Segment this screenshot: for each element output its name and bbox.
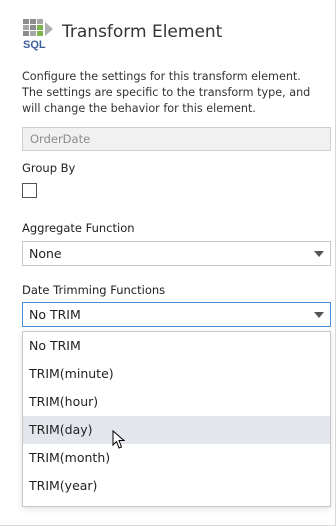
date-trimming-select[interactable]: No TRIM — [22, 302, 331, 327]
page-title: Transform Element — [62, 22, 223, 42]
dropdown-option-trim-minute[interactable]: TRIM(minute) — [23, 360, 330, 388]
logo-text: SQL — [23, 39, 46, 51]
dropdown-option-no-trim[interactable]: No TRIM — [23, 332, 330, 360]
dropdown-option-trim-year[interactable]: TRIM(year) — [23, 472, 330, 500]
field-name-input: OrderDate — [22, 127, 331, 151]
chevron-down-icon — [314, 312, 324, 318]
date-trimming-value: No TRIM — [29, 307, 81, 322]
dropdown-option-trim-day[interactable]: TRIM(day) — [23, 416, 330, 444]
aggregate-function-label: Aggregate Function — [22, 221, 135, 235]
date-trimming-label: Date Trimming Functions — [22, 283, 166, 297]
mouse-pointer-icon — [112, 430, 126, 449]
dropdown-option-trim-month[interactable]: TRIM(month) — [23, 444, 330, 472]
transform-element-panel: SQL Transform Element Configure the sett… — [0, 0, 336, 526]
dropdown-option-trim-hour[interactable]: TRIM(hour) — [23, 388, 330, 416]
sql-transform-icon: SQL — [23, 19, 53, 51]
chevron-down-icon — [314, 251, 324, 257]
group-by-label: Group By — [22, 161, 76, 175]
aggregate-function-select[interactable]: None — [22, 241, 331, 266]
date-trimming-dropdown-list: No TRIM TRIM(minute) TRIM(hour) TRIM(day… — [22, 331, 331, 507]
description-text: Configure the settings for this transfor… — [22, 70, 311, 115]
group-by-checkbox[interactable] — [22, 183, 37, 198]
aggregate-function-value: None — [29, 246, 62, 261]
